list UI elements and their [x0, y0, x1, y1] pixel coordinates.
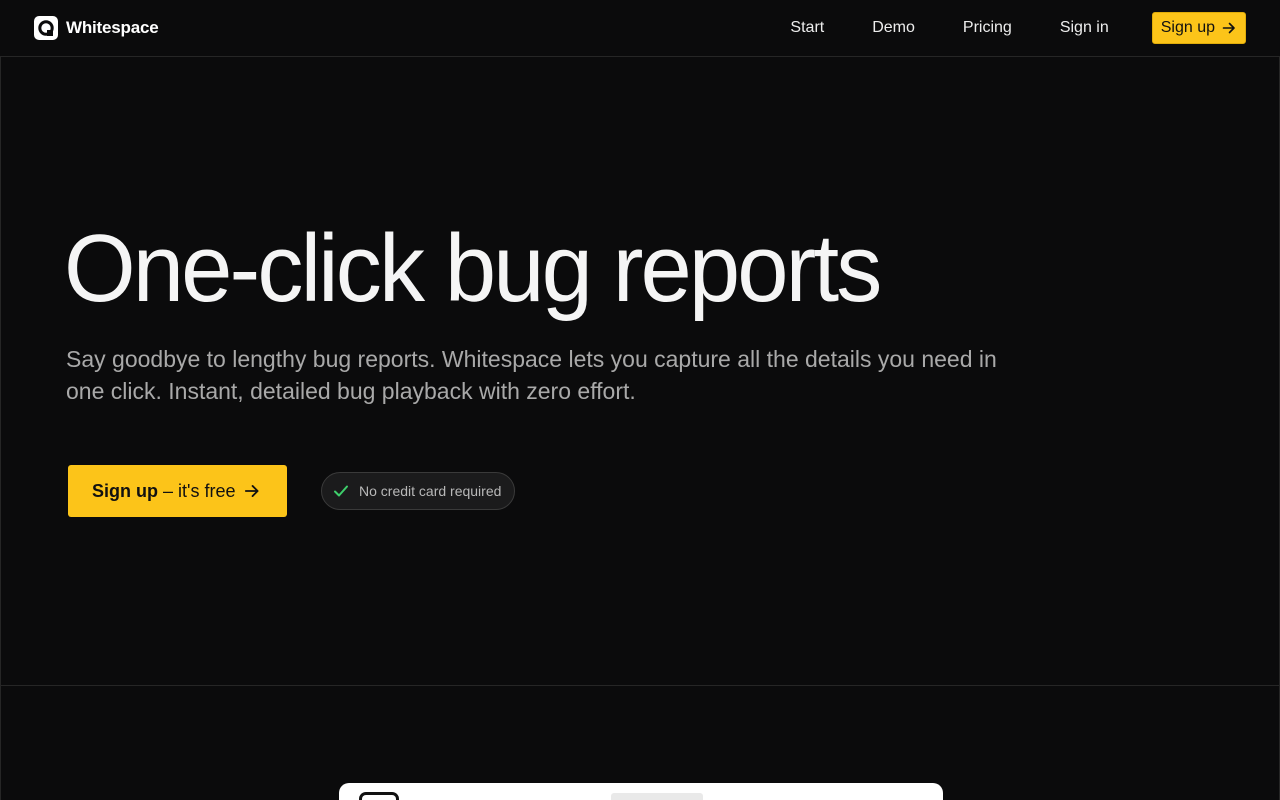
brand-link[interactable]: Whitespace — [34, 16, 159, 40]
hero-section: One-click bug reports Say goodbye to len… — [0, 57, 1280, 686]
no-credit-card-badge: No credit card required — [321, 472, 515, 510]
product-preview-card — [339, 783, 943, 800]
hero-title: One-click bug reports — [64, 215, 882, 322]
nav-link-pricing[interactable]: Pricing — [963, 19, 1012, 37]
nav-link-sign-in[interactable]: Sign in — [1060, 19, 1109, 37]
hero-subtitle: Say goodbye to lengthy bug reports. Whit… — [66, 346, 997, 404]
main-nav: Start Demo Pricing Sign in — [790, 19, 1108, 37]
hero-sign-up-button[interactable]: Sign up – it's free — [68, 465, 287, 517]
nav-link-start[interactable]: Start — [790, 19, 824, 37]
header-sign-up-button[interactable]: Sign up — [1151, 12, 1246, 44]
arrow-right-icon — [1222, 22, 1235, 34]
top-navigation: Whitespace Start Demo Pricing Sign in Si… — [0, 0, 1280, 57]
preview-logo-icon — [359, 792, 399, 800]
hero-cta-strong: Sign up — [92, 480, 158, 501]
brand-name: Whitespace — [66, 18, 159, 37]
check-icon — [334, 485, 348, 497]
whitespace-logo-icon — [34, 16, 58, 40]
header-sign-up-label: Sign up — [1160, 19, 1215, 36]
nav-link-demo[interactable]: Demo — [872, 19, 915, 37]
hero-cta-rest: – it's free — [158, 480, 236, 501]
arrow-right-icon — [245, 485, 259, 497]
product-preview-section — [0, 686, 1280, 800]
badge-label: No credit card required — [359, 483, 502, 499]
preview-address-bar — [611, 793, 703, 800]
landing-page: Whitespace Start Demo Pricing Sign in Si… — [0, 0, 1280, 800]
